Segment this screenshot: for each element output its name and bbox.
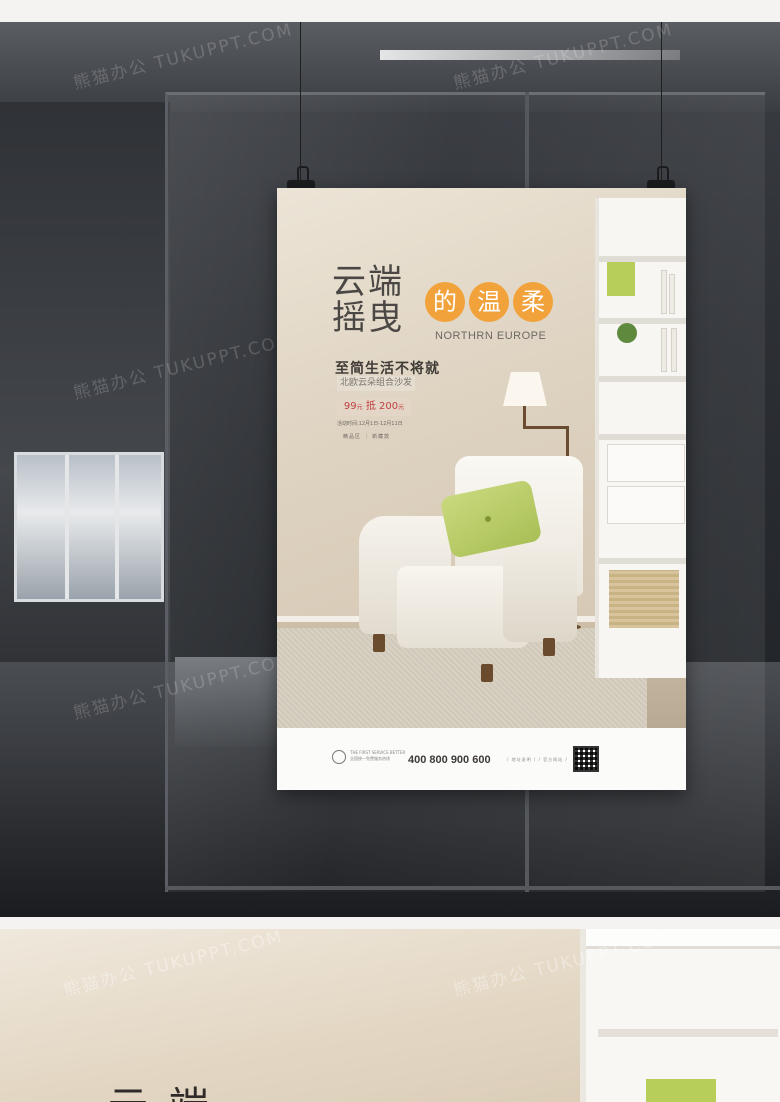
chair-leg <box>373 634 385 652</box>
pillow-button <box>485 516 491 522</box>
price-amount-2: 200 <box>379 401 399 412</box>
bookcase <box>595 198 686 678</box>
orange-circle-group: 的 温 柔 <box>425 282 553 322</box>
circle-char: 的 <box>425 282 465 322</box>
event-time: 活动时间:12月1日-12月11日 <box>337 421 403 427</box>
lamp-shade <box>503 372 547 406</box>
chair-leg <box>543 638 555 656</box>
top-margin <box>0 0 780 22</box>
price-unit: 元 <box>356 404 363 411</box>
qr-code-icon <box>573 746 599 772</box>
watermark: 熊猫办公 TUKUPPT.COM <box>61 929 286 1001</box>
armchair-arm <box>503 534 577 642</box>
poster-photo: 云端 摇曳 的 温 柔 NORTHRN EUROPE 至简生活不将就 北欧云朵组… <box>277 188 686 728</box>
poster-headline: 云端 摇曳 <box>332 264 404 336</box>
hanging-wire <box>300 22 301 187</box>
glass-frame <box>165 886 780 890</box>
price-unit: 元 <box>398 404 405 411</box>
event-tags: 精品区 ｜ 新藏款 <box>343 434 391 440</box>
price-badge: 99元 抵 200元 <box>337 398 411 416</box>
detail-headline: 云 端 <box>108 1074 213 1102</box>
circle-char: 温 <box>469 282 509 322</box>
headline-line-2: 摇曳 <box>332 298 404 338</box>
brand-line: 全国统一免费服务热线 <box>350 756 390 761</box>
footer-info: / 地址说明 / / 官方网站 / <box>507 757 568 762</box>
section-divider <box>0 917 780 929</box>
chair-leg <box>481 664 493 682</box>
headline-line-1: 云端 <box>332 262 404 302</box>
english-subtitle: NORTHRN EUROPE <box>435 330 547 342</box>
poster-footer: THE FIRST SERVICE BETTER 全国统一免费服务热线 400 … <box>277 728 686 790</box>
poster: 云端 摇曳 的 温 柔 NORTHRN EUROPE 至简生活不将就 北欧云朵组… <box>277 188 686 790</box>
brand-logo-icon <box>332 750 346 764</box>
plant <box>617 323 637 343</box>
left-wall <box>0 102 170 722</box>
circle-char: 柔 <box>513 282 553 322</box>
window <box>14 452 164 602</box>
product-tag: 北欧云朵组合沙发 <box>337 376 415 391</box>
price-connector: 抵 <box>365 401 376 412</box>
tagline: 至简生活不将就 <box>335 361 440 377</box>
price-amount-1: 99 <box>343 401 357 412</box>
lamp-arm <box>523 406 526 428</box>
green-box <box>646 1079 716 1102</box>
hanging-wire <box>661 22 662 187</box>
lamp-arm <box>523 426 569 429</box>
footer-brand: THE FIRST SERVICE BETTER 全国统一免费服务热线 <box>350 750 405 762</box>
phone-number: 400 800 900 600 <box>408 754 491 766</box>
